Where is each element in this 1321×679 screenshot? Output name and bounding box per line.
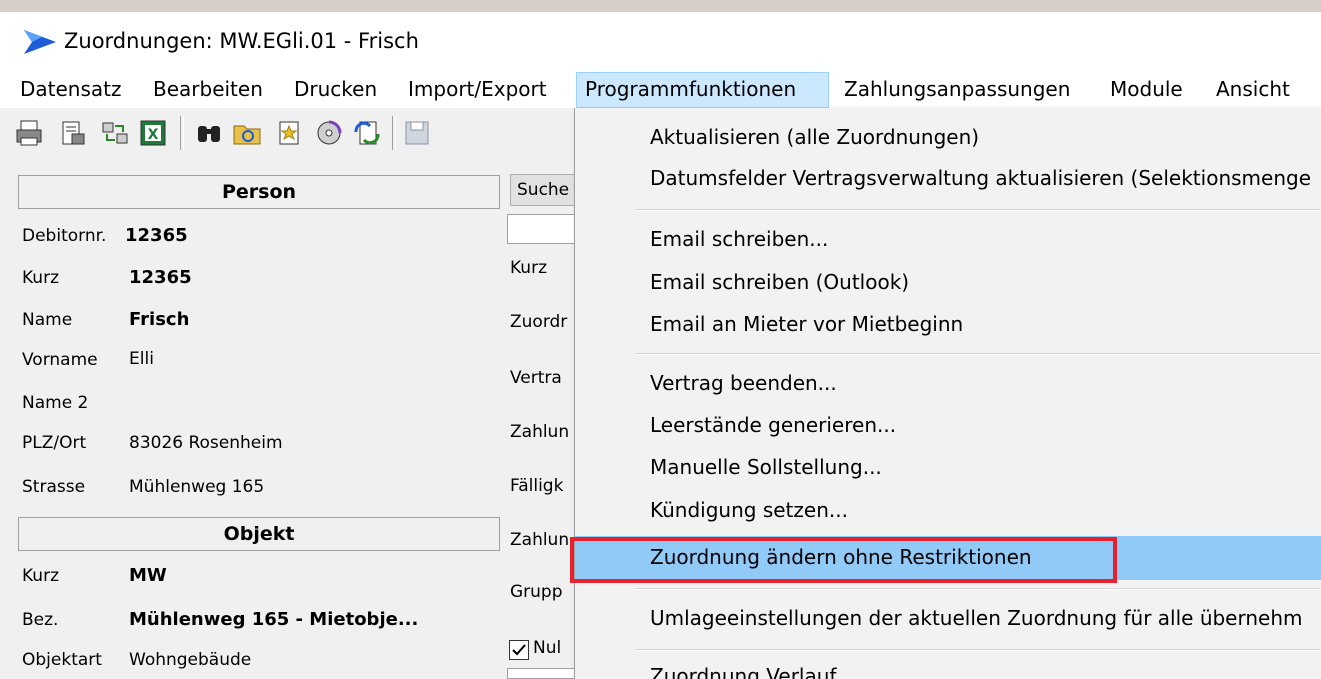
strasse-label: Strasse [22,477,86,497]
bez-label: Bez. [22,610,59,630]
menu-module[interactable]: Module [1102,72,1191,108]
middle-label-kurz: Kurz [510,258,547,278]
menu-item-label: Email schreiben... [650,227,829,251]
middle-label-faelligkeit: Fälligk [510,476,564,496]
person-section-header: Person [18,175,500,209]
transfer-icon[interactable] [100,118,130,148]
menu-import-export[interactable]: Import/Export [400,72,555,108]
objekt-kurz-value: MW [129,565,167,586]
menu-item-label: Aktualisieren (alle Zuordnungen) [650,125,980,149]
null-checkbox[interactable] [509,640,529,660]
menu-item-datumsfelder[interactable]: Datumsfelder Vertragsverwaltung aktualis… [575,159,1321,199]
menu-item-zuordnung-verlauf[interactable]: Zuordnung Verlauf [575,654,1321,679]
menu-item-manuelle-sollstellung[interactable]: Manuelle Sollstellung... [575,448,1321,488]
menu-separator [635,588,1321,590]
menu-item-label: Kündigung setzen... [650,498,848,522]
bez-value: Mühlenweg 165 - Mietobje... [129,609,419,630]
debitornr-label: Debitornr. [22,226,107,246]
menu-item-label: Email schreiben (Outlook) [650,270,910,294]
sync-document-icon[interactable] [352,118,382,148]
menu-item-aktualisieren[interactable]: Aktualisieren (alle Zuordnungen) [575,118,1321,158]
search-button[interactable]: Suche [510,174,580,206]
middle-label-gruppe: Grupp [510,582,563,602]
vorname-value: Elli [129,349,154,369]
toolbar-separator [392,116,396,150]
plz-ort-value: 83026 Rosenheim [129,433,283,453]
kurz-label: Kurz [22,268,59,288]
menu-item-label: Leerstände generieren... [650,413,897,437]
vorname-label: Vorname [22,350,98,370]
menu-bar: Datensatz Bearbeiten Drucken Import/Expo… [0,72,1321,108]
menu-zahlungsanpassungen[interactable]: Zahlungsanpassungen [836,72,1078,108]
menu-datensatz[interactable]: Datensatz [12,72,130,108]
objektart-label: Objektart [22,650,102,670]
menu-bearbeiten[interactable]: Bearbeiten [145,72,271,108]
menu-item-vertrag-beenden[interactable]: Vertrag beenden... [575,364,1321,404]
window-title: Zuordnungen: MW.EGli.01 - Frisch [64,29,419,53]
save-disk-icon[interactable] [402,118,432,148]
name-value: Frisch [129,309,190,330]
svg-text:X: X [148,127,159,143]
toolbar-separator [180,116,184,150]
new-record-icon[interactable] [274,118,304,148]
folder-refresh-icon[interactable] [232,118,262,148]
objektart-value: Wohngebäude [129,650,252,670]
print-preview-icon[interactable] [58,118,88,148]
print-icon[interactable] [14,118,44,148]
middle-label-zahlung: Zahlun [510,422,570,442]
menu-item-label: Manuelle Sollstellung... [650,455,882,479]
debitornr-value: 12365 [125,225,188,246]
highlight-annotation-box [570,537,1117,583]
toolbar: X [0,108,600,158]
menu-item-umlageeinstellungen[interactable]: Umlageeinstellungen der aktuellen Zuordn… [575,599,1321,639]
app-logo-icon [22,28,58,60]
menu-item-email-outlook[interactable]: Email schreiben (Outlook) [575,263,1321,303]
menu-separator [635,649,1321,651]
middle-label-vertrag: Vertra [510,368,562,388]
middle-label-zuordnung: Zuordr [510,312,568,332]
objekt-section-header: Objekt [18,517,500,551]
menu-item-leerstaende[interactable]: Leerstände generieren... [575,406,1321,446]
menu-item-label: Zuordnung Verlauf [650,664,837,679]
menu-item-email-mieter[interactable]: Email an Mieter vor Mietbeginn [575,305,1321,345]
menu-separator [635,353,1321,355]
menu-item-label: Email an Mieter vor Mietbeginn [650,312,964,336]
menu-separator [635,209,1321,211]
menu-item-label: Vertrag beenden... [650,371,837,395]
menu-ansicht[interactable]: Ansicht [1208,72,1298,108]
plz-ort-label: PLZ/Ort [22,433,87,453]
menu-programmfunktionen[interactable]: Programmfunktionen [576,72,829,108]
programmfunktionen-dropdown: Aktualisieren (alle Zuordnungen) Datumsf… [574,108,1321,679]
menu-item-label: Umlageeinstellungen der aktuellen Zuordn… [650,606,1303,630]
menu-item-label: Datumsfelder Vertragsverwaltung aktualis… [650,166,1311,190]
name-label: Name [22,310,73,330]
kurz-value: 12365 [129,267,192,288]
excel-icon[interactable]: X [138,118,168,148]
binoculars-icon[interactable] [194,118,224,148]
taskbar-strip [0,0,1321,12]
menu-item-email-schreiben[interactable]: Email schreiben... [575,220,1321,260]
name2-label: Name 2 [22,393,89,413]
strasse-value: Mühlenweg 165 [129,477,265,497]
menu-item-kuendigung[interactable]: Kündigung setzen... [575,491,1321,531]
objekt-kurz-label: Kurz [22,566,59,586]
menu-drucken[interactable]: Drucken [286,72,385,108]
cd-disc-icon[interactable] [314,118,344,148]
